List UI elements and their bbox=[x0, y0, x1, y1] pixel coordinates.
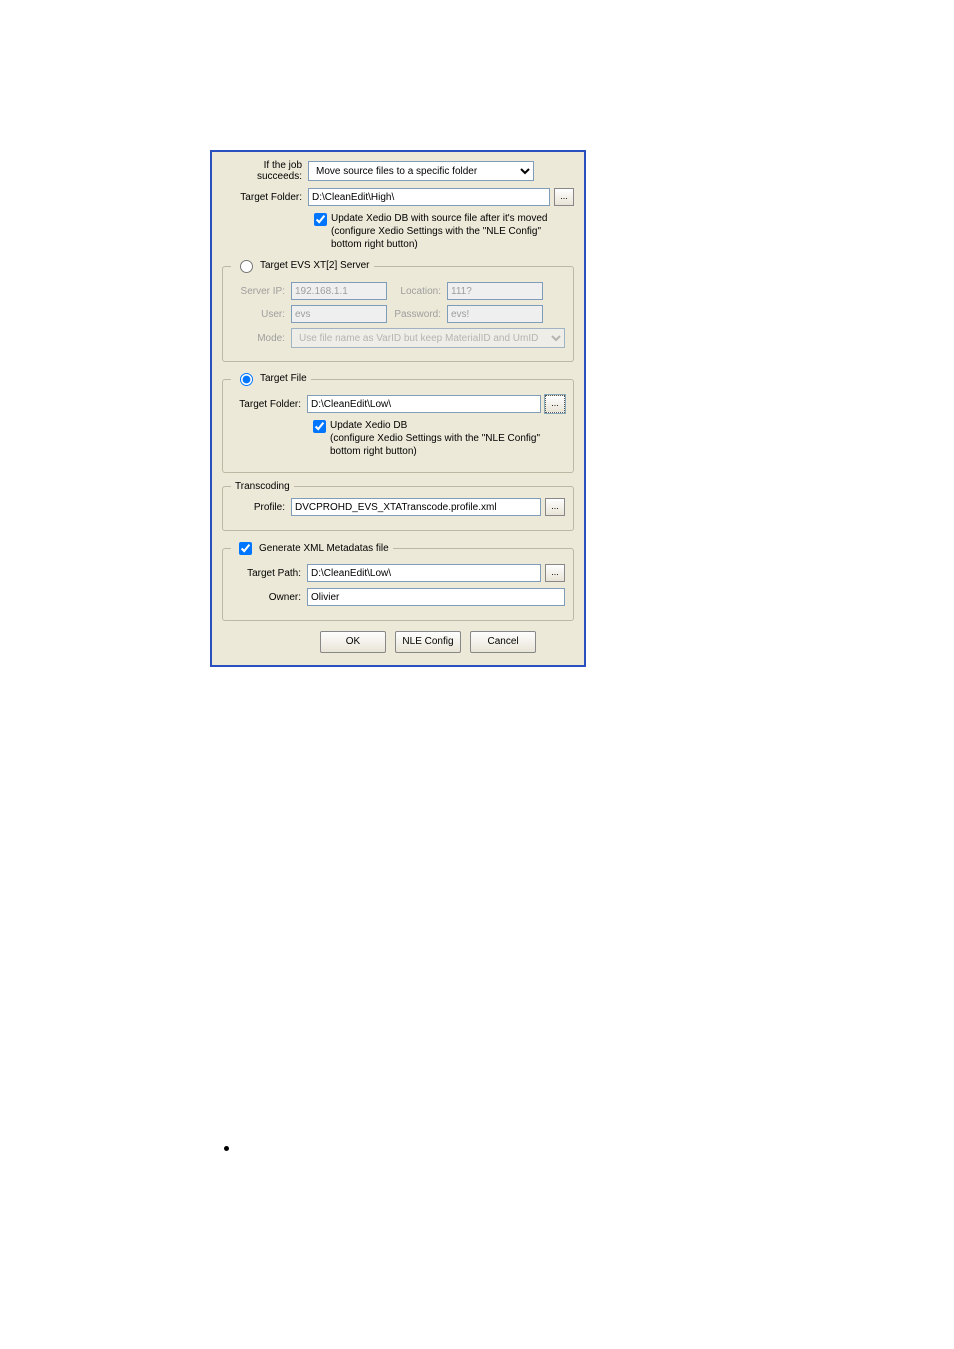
if-succeeds-select[interactable]: Move source files to a specific folder bbox=[308, 161, 534, 181]
target-path-input[interactable] bbox=[307, 564, 541, 582]
update-xedio-db-checkbox[interactable] bbox=[313, 420, 326, 433]
server-ip-label: Server IP: bbox=[231, 286, 291, 297]
server-ip-input bbox=[291, 282, 387, 300]
target-xt-radio[interactable] bbox=[240, 260, 253, 273]
update-xedio-db-text: Update Xedio DB (configure Xedio Setting… bbox=[330, 419, 565, 458]
mode-label: Mode: bbox=[231, 333, 291, 344]
profile-label: Profile: bbox=[231, 502, 291, 513]
metadata-fieldset: Generate XML Metadatas file Target Path:… bbox=[222, 539, 574, 621]
location-label: Location: bbox=[387, 286, 447, 297]
target-file-fieldset: Target File Target Folder: ... Update Xe… bbox=[222, 370, 574, 473]
target-xt-legend: Target EVS XT[2] Server bbox=[260, 260, 370, 271]
target-path-label: Target Path: bbox=[231, 568, 307, 579]
target-file-browse-button[interactable]: ... bbox=[545, 395, 565, 413]
user-input bbox=[291, 305, 387, 323]
owner-input[interactable] bbox=[307, 588, 565, 606]
location-input bbox=[447, 282, 543, 300]
ok-button[interactable]: OK bbox=[320, 631, 386, 653]
owner-label: Owner: bbox=[231, 592, 307, 603]
target-xt-fieldset: Target EVS XT[2] Server Server IP: Locat… bbox=[222, 257, 574, 362]
mode-select: Use file name as VarID but keep Material… bbox=[291, 328, 565, 348]
target-file-radio[interactable] bbox=[240, 373, 253, 386]
if-succeeds-label: If the job succeeds: bbox=[222, 160, 308, 182]
update-xedio-db-src-text: Update Xedio DB with source file after i… bbox=[331, 212, 574, 251]
target-file-legend: Target File bbox=[260, 373, 307, 384]
generate-xml-label: Generate XML Metadatas file bbox=[259, 543, 389, 554]
target-file-folder-label: Target Folder: bbox=[231, 399, 307, 410]
profile-browse-button[interactable]: ... bbox=[545, 498, 565, 516]
transcoding-fieldset: Transcoding Profile: ... bbox=[222, 481, 574, 531]
target-folder-label: Target Folder: bbox=[222, 192, 308, 203]
password-label: Password: bbox=[387, 309, 447, 320]
target-folder-input[interactable] bbox=[308, 188, 550, 206]
profile-input[interactable] bbox=[291, 498, 541, 516]
password-input bbox=[447, 305, 543, 323]
generate-xml-checkbox[interactable] bbox=[239, 542, 252, 555]
transcoding-legend: Transcoding bbox=[231, 481, 294, 492]
button-row: OK NLE Config Cancel bbox=[222, 631, 574, 653]
user-label: User: bbox=[231, 309, 291, 320]
cancel-button[interactable]: Cancel bbox=[470, 631, 536, 653]
target-file-folder-input[interactable] bbox=[307, 395, 541, 413]
nle-config-button[interactable]: NLE Config bbox=[395, 631, 461, 653]
dialog-panel: If the job succeeds: Move source files t… bbox=[210, 150, 586, 667]
browse-button[interactable]: ... bbox=[554, 188, 574, 206]
bullet-icon bbox=[224, 1146, 229, 1151]
update-xedio-db-src-checkbox[interactable] bbox=[314, 213, 327, 226]
target-path-browse-button[interactable]: ... bbox=[545, 564, 565, 582]
